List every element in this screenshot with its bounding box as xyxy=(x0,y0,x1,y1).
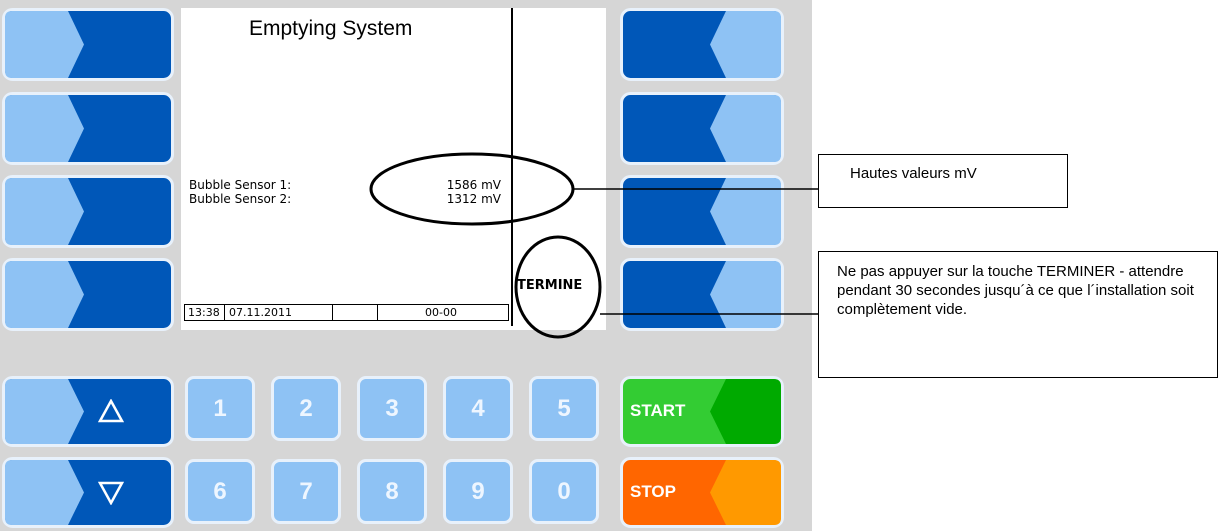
termine-highlight-ellipse xyxy=(514,235,602,339)
callout-high-values: Hautes valeurs mV xyxy=(818,154,1068,208)
values-highlight-ellipse xyxy=(369,152,575,226)
callout-warning: Ne pas appuyer sur la touche TERMINER - … xyxy=(818,251,1218,378)
